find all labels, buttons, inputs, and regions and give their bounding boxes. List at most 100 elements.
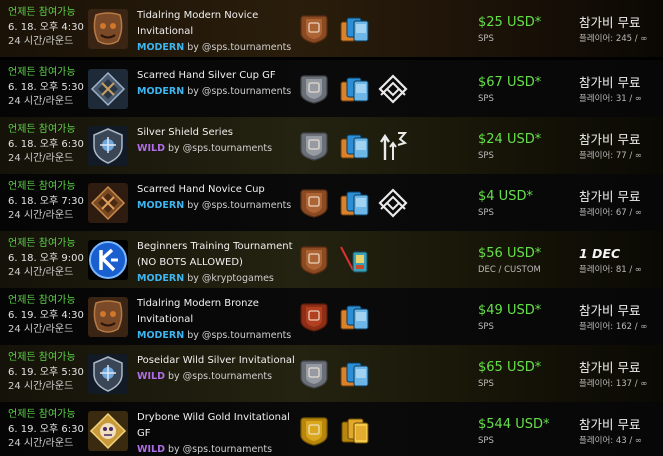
tournament-schedule: 언제든 참여가능 6. 18. 오후 4:30 24 시간/라운드 xyxy=(8,6,88,49)
availability-label: 언제든 참여가능 xyxy=(8,67,76,78)
prize-amount: $56 USD* xyxy=(478,246,542,261)
prize-currency: SPS xyxy=(478,94,494,104)
tournament-row[interactable]: 언제든 참여가능 6. 19. 오후 4:30 24 시간/라운드 Tidalr… xyxy=(0,288,663,345)
entry-info: 참가비 무료 플레이어: 162 / ∞ xyxy=(579,302,663,334)
tournament-row[interactable]: 언제든 참여가능 6. 18. 오후 5:30 24 시간/라운드 Scarre… xyxy=(0,60,663,117)
gold-foil-icon xyxy=(377,73,409,105)
prize-currency: SPS xyxy=(478,34,494,44)
entry-info: 참가비 무료 플레이어: 77 / ∞ xyxy=(579,131,663,163)
scarred-bronze-logo-icon[interactable] xyxy=(88,183,128,223)
entry-fee: 참가비 무료 xyxy=(579,189,641,204)
start-date: 6. 18. 오후 4:30 xyxy=(8,22,84,33)
organizer-link[interactable]: by @sps.tournaments xyxy=(187,200,291,211)
bronze-red-league-icon xyxy=(298,301,330,333)
player-count: 플레이어: 31 / ∞ xyxy=(579,94,643,104)
format-badge: WILD xyxy=(137,371,165,382)
round-duration: 24 시간/라운드 xyxy=(8,153,74,164)
format-badge: MODERN xyxy=(137,86,185,97)
availability-label: 언제든 참여가능 xyxy=(8,181,76,192)
card-editions-icon xyxy=(339,13,371,45)
prize-amount: $67 USD* xyxy=(478,75,542,90)
tournament-schedule: 언제든 참여가능 6. 19. 오후 5:30 24 시간/라운드 xyxy=(8,351,88,394)
player-count: 플레이어: 137 / ∞ xyxy=(579,379,648,389)
entry-fee: 참가비 무료 xyxy=(579,417,641,432)
tournament-row[interactable]: 언제든 참여가능 6. 19. 오후 5:30 24 시간/라운드 Poseid… xyxy=(0,345,663,402)
availability-label: 언제든 참여가능 xyxy=(8,352,76,363)
scarred-silver-logo-icon[interactable] xyxy=(88,69,128,109)
card-editions-icon xyxy=(339,301,371,333)
card-editions-icon xyxy=(339,187,371,219)
tournament-schedule: 언제든 참여가능 6. 19. 오후 6:30 24 시간/라운드 xyxy=(8,408,88,451)
tidalring-logo-icon[interactable] xyxy=(88,297,128,337)
entry-fee: 1 DEC xyxy=(579,246,621,261)
prize-currency: SPS xyxy=(478,208,494,218)
start-date: 6. 18. 오후 5:30 xyxy=(8,82,84,93)
format-badge: MODERN xyxy=(137,200,185,211)
card-editions-icon xyxy=(339,415,371,447)
entry-fee: 참가비 무료 xyxy=(579,132,641,147)
round-duration: 24 시간/라운드 xyxy=(8,381,74,392)
tournament-meta: MODERN by @sps.tournaments xyxy=(137,41,297,55)
player-count: 플레이어: 245 / ∞ xyxy=(579,34,648,44)
tournament-row[interactable]: 언제든 참여가능 6. 19. 오후 6:30 24 시간/라운드 Drybon… xyxy=(0,402,663,456)
prize-pool: $67 USD* SPS xyxy=(478,75,574,106)
format-badge: WILD xyxy=(137,143,165,154)
tournament-name[interactable]: Beginners Training Tournament (NO BOTS A… xyxy=(137,239,297,271)
kryptogames-logo-icon[interactable] xyxy=(88,240,128,280)
organizer-link[interactable]: by @sps.tournaments xyxy=(187,42,291,53)
format-badge: MODERN xyxy=(137,42,185,53)
prize-amount: $25 USD* xyxy=(478,15,542,30)
player-count: 플레이어: 77 / ∞ xyxy=(579,151,643,161)
up-arrow-icon xyxy=(377,130,409,162)
tournament-list: 언제든 참여가능 6. 18. 오후 4:30 24 시간/라운드 Tidalr… xyxy=(0,0,663,456)
tournament-row[interactable]: 언제든 참여가능 6. 18. 오후 4:30 24 시간/라운드 Tidalr… xyxy=(0,0,663,57)
drybone-logo-icon[interactable] xyxy=(88,411,128,451)
round-duration: 24 시간/라운드 xyxy=(8,438,74,449)
tournament-name[interactable]: Scarred Hand Novice Cup xyxy=(137,182,297,198)
prize-amount: $4 USD* xyxy=(478,189,533,204)
organizer-link[interactable]: by @sps.tournaments xyxy=(168,444,272,455)
tournament-name[interactable]: Scarred Hand Silver Cup GF xyxy=(137,68,297,84)
tournament-name[interactable]: Tidalring Modern Bronze Invitational xyxy=(137,296,297,328)
entry-info: 1 DEC 플레이어: 81 / ∞ xyxy=(579,245,663,277)
prize-amount: $65 USD* xyxy=(478,360,542,375)
silver-shield-logo-icon[interactable] xyxy=(88,354,128,394)
no-bots-icon xyxy=(339,244,371,276)
availability-label: 언제든 참여가능 xyxy=(8,238,76,249)
gold-league-icon xyxy=(298,415,330,447)
silver-league-icon xyxy=(298,130,330,162)
tournament-row[interactable]: 언제든 참여가능 6. 18. 오후 7:30 24 시간/라운드 Scarre… xyxy=(0,174,663,231)
prize-pool: $49 USD* SPS xyxy=(478,303,574,334)
organizer-link[interactable]: by @kryptogames xyxy=(187,273,274,284)
tournament-schedule: 언제든 참여가능 6. 19. 오후 4:30 24 시간/라운드 xyxy=(8,294,88,337)
player-count: 플레이어: 162 / ∞ xyxy=(579,322,648,332)
tournament-info: Tidalring Modern Novice Invitational MOD… xyxy=(137,8,297,55)
tournament-name[interactable]: Poseidar Wild Silver Invitational xyxy=(137,353,297,369)
card-editions-icon xyxy=(339,73,371,105)
card-editions-icon xyxy=(339,358,371,390)
organizer-link[interactable]: by @sps.tournaments xyxy=(187,86,291,97)
silver-shield-logo-icon[interactable] xyxy=(88,126,128,166)
tournament-meta: WILD by @sps.tournaments xyxy=(137,370,297,384)
prize-pool: $65 USD* SPS xyxy=(478,360,574,391)
bronze-league-icon xyxy=(298,13,330,45)
availability-label: 언제든 참여가능 xyxy=(8,7,76,18)
start-date: 6. 18. 오후 7:30 xyxy=(8,196,84,207)
entry-info: 참가비 무료 플레이어: 67 / ∞ xyxy=(579,188,663,220)
format-badge: MODERN xyxy=(137,273,185,284)
tournament-name[interactable]: Drybone Wild Gold Invitational GF xyxy=(137,410,297,442)
organizer-link[interactable]: by @sps.tournaments xyxy=(168,143,272,154)
organizer-link[interactable]: by @sps.tournaments xyxy=(187,330,291,341)
entry-fee: 참가비 무료 xyxy=(579,15,641,30)
tournament-info: Poseidar Wild Silver Invitational WILD b… xyxy=(137,353,297,384)
tournament-name[interactable]: Silver Shield Series xyxy=(137,125,297,141)
prize-amount: $24 USD* xyxy=(478,132,542,147)
organizer-link[interactable]: by @sps.tournaments xyxy=(168,371,272,382)
tidalring-logo-icon[interactable] xyxy=(88,9,128,49)
tournament-row[interactable]: 언제든 참여가능 6. 18. 오후 6:30 24 시간/라운드 Silver… xyxy=(0,117,663,174)
entry-info: 참가비 무료 플레이어: 245 / ∞ xyxy=(579,14,663,46)
player-count: 플레이어: 67 / ∞ xyxy=(579,208,643,218)
tournament-info: Silver Shield Series WILD by @sps.tourna… xyxy=(137,125,297,156)
tournament-row[interactable]: 언제든 참여가능 6. 18. 오후 9:00 24 시간/라운드 Beginn… xyxy=(0,231,663,288)
tournament-name[interactable]: Tidalring Modern Novice Invitational xyxy=(137,8,297,40)
